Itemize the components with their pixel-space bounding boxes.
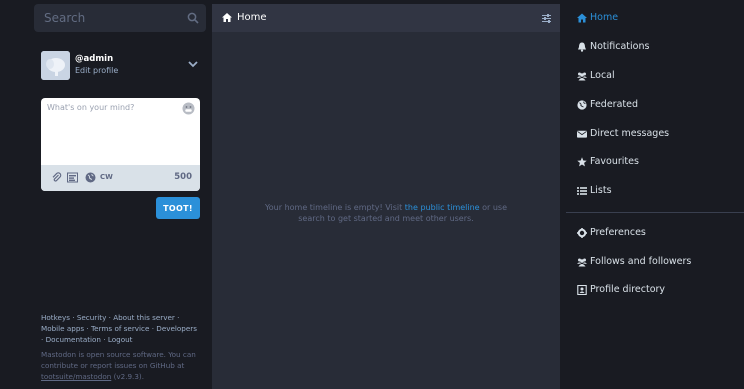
toot-button[interactable]: TOOT! xyxy=(156,197,200,219)
footer-link-mobile-apps[interactable]: Mobile apps xyxy=(41,324,84,333)
nav-item-follows-and-followers[interactable]: Follows and followers xyxy=(566,253,744,271)
avatar[interactable] xyxy=(41,51,70,80)
home-icon xyxy=(222,13,232,22)
nav-label-follows-and-followers: Follows and followers xyxy=(590,256,692,267)
gear-icon xyxy=(577,228,587,238)
nav-label-preferences: Preferences xyxy=(590,227,646,238)
paperclip-icon[interactable] xyxy=(51,172,62,183)
content-warning-button[interactable]: CW xyxy=(100,173,113,181)
column-title: Home xyxy=(237,12,267,23)
footer-links: Hotkeys · Security · About this server ·… xyxy=(41,313,197,344)
empty-text-prefix: Your home timeline is empty! Visit xyxy=(264,203,405,212)
search-box[interactable]: Search xyxy=(34,4,206,32)
edit-profile-link[interactable]: Edit profile xyxy=(75,66,118,75)
poll-icon[interactable] xyxy=(67,172,78,183)
users-icon xyxy=(577,258,587,267)
footer-about: Mastodon is open source software. You ca… xyxy=(41,349,201,382)
compose-textarea[interactable] xyxy=(41,98,200,163)
search-placeholder[interactable]: Search xyxy=(44,11,85,25)
column-header[interactable]: Home xyxy=(212,4,560,32)
footer-version: (v2.9.3). xyxy=(111,372,145,381)
sliders-icon[interactable] xyxy=(542,14,551,23)
footer-link-about[interactable]: About this server xyxy=(113,313,175,322)
character-counter: 500 xyxy=(174,172,192,182)
compose-toolbar: CW 500 xyxy=(41,165,200,191)
footer-link-developers[interactable]: Developers xyxy=(156,324,197,333)
home-column: Home Your home timeline is empty! Visit … xyxy=(212,4,560,389)
secondary-navigation: Preferences Follows and followers Profil… xyxy=(566,0,744,389)
chevron-down-icon[interactable] xyxy=(188,61,198,68)
footer-link-terms[interactable]: Terms of service xyxy=(91,324,149,333)
emoji-picker-icon[interactable] xyxy=(182,102,195,115)
mastodon-elephant-icon xyxy=(41,51,70,80)
globe-icon[interactable] xyxy=(85,172,96,183)
footer-link-security[interactable]: Security xyxy=(77,313,107,322)
footer-about-text: Mastodon is open source software. You ca… xyxy=(41,350,196,370)
footer-link-logout[interactable]: Logout xyxy=(108,335,133,344)
nav-label-profile-directory: Profile directory xyxy=(590,284,666,295)
nav-item-profile-directory[interactable]: Profile directory xyxy=(566,281,744,299)
address-book-icon xyxy=(577,285,587,295)
empty-timeline-message: Your home timeline is empty! Visit the p… xyxy=(257,202,515,224)
nav-item-preferences[interactable]: Preferences xyxy=(566,224,744,242)
footer-link-hotkeys[interactable]: Hotkeys xyxy=(41,313,70,322)
footer-link-documentation[interactable]: Documentation xyxy=(46,335,101,344)
footer-repo-link[interactable]: tootsuite/mastodon xyxy=(41,372,111,381)
public-timeline-link[interactable]: the public timeline xyxy=(405,203,480,212)
account-handle[interactable]: @admin xyxy=(75,54,113,64)
search-icon xyxy=(187,12,199,24)
